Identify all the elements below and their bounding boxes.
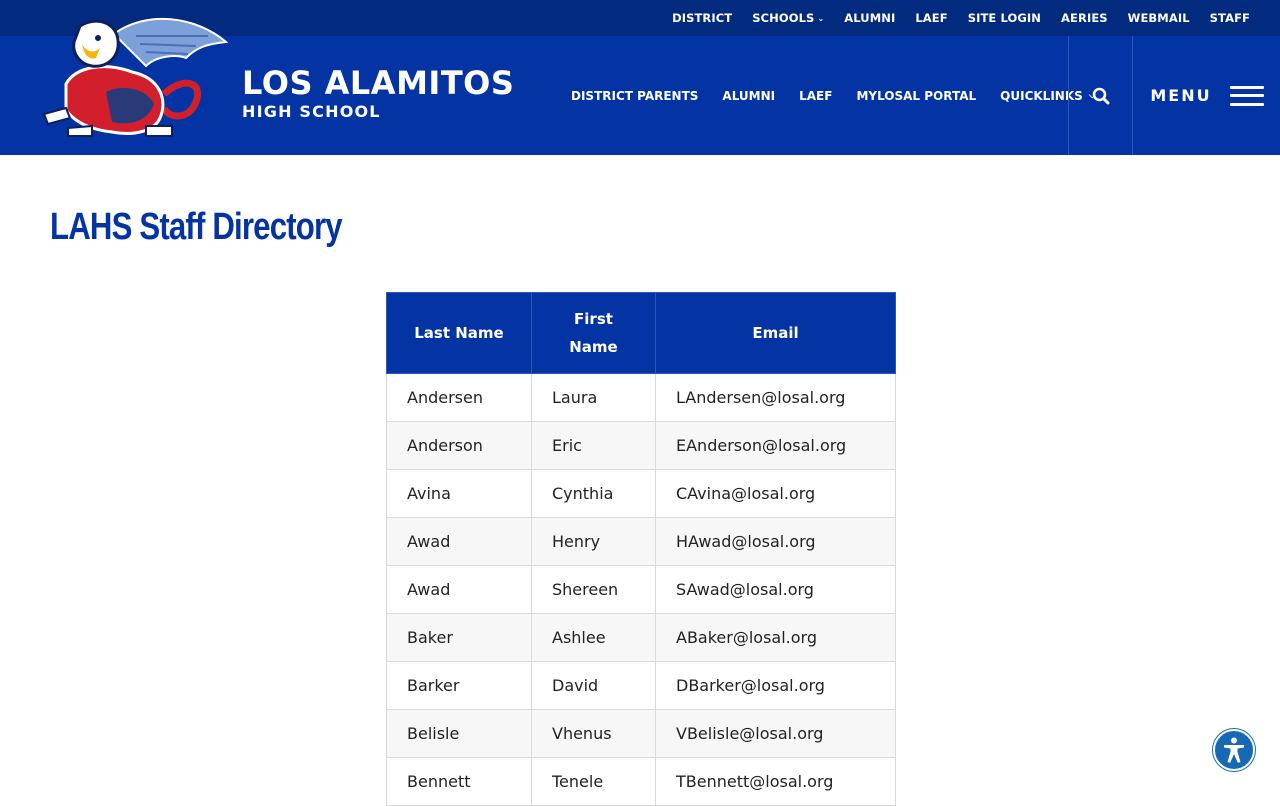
utility-link-staff[interactable]: STAFF — [1200, 11, 1260, 25]
nav-link-laef[interactable]: LAEF — [787, 89, 844, 103]
cell-email: TBennett@losal.org — [655, 757, 896, 806]
cell-first-name: Cynthia — [531, 469, 656, 518]
nav-link-district-parents[interactable]: DISTRICT PARENTS — [559, 89, 710, 103]
cell-last-name: Bennett — [386, 757, 532, 806]
nav-link-alumni[interactable]: ALUMNI — [710, 89, 787, 103]
utility-link-district[interactable]: DISTRICT — [662, 11, 742, 25]
menu-label: MENU — [1150, 86, 1212, 105]
cell-first-name: David — [531, 661, 656, 710]
utility-link-schools[interactable]: SCHOOLS ⌄ — [742, 11, 834, 25]
cell-first-name: Laura — [531, 373, 656, 422]
cell-email: HAwad@losal.org — [655, 517, 896, 566]
table-row: Awad Shereen SAwad@losal.org — [386, 565, 896, 614]
main-nav: DISTRICT PARENTS ALUMNI LAEF MYLOSAL POR… — [559, 36, 1108, 155]
cell-first-name: Vhenus — [531, 709, 656, 758]
cell-last-name: Andersen — [386, 373, 532, 422]
nav-link-mylosal-portal[interactable]: MYLOSAL PORTAL — [844, 89, 988, 103]
accessibility-icon — [1224, 737, 1244, 763]
cell-email: LAndersen@losal.org — [655, 373, 896, 422]
cell-last-name: Belisle — [386, 709, 532, 758]
table-row: Awad Henry HAwad@losal.org — [386, 517, 896, 566]
table-row: Barker David DBarker@losal.org — [386, 661, 896, 710]
cell-first-name: Tenele — [531, 757, 656, 806]
cell-last-name: Baker — [386, 613, 532, 662]
main-header: LOS ALAMITOS HIGH SCHOOL DISTRICT PARENT… — [0, 17, 1280, 155]
utility-link-site-login[interactable]: SITE LOGIN — [958, 11, 1051, 25]
table-row: Belisle Vhenus VBelisle@losal.org — [386, 709, 896, 758]
utility-link-aeries[interactable]: AERIES — [1051, 11, 1118, 25]
table-row: Bennett Tenele TBennett@losal.org — [386, 757, 896, 806]
school-subtitle: HIGH SCHOOL — [242, 102, 381, 121]
school-name[interactable]: LOS ALAMITOS — [242, 64, 514, 102]
table-row: Avina Cynthia CAvina@losal.org — [386, 469, 896, 518]
cell-email: VBelisle@losal.org — [655, 709, 896, 758]
menu-button[interactable]: MENU — [1134, 36, 1280, 155]
cell-last-name: Awad — [386, 517, 532, 566]
page-title: LAHS Staff Directory — [50, 206, 343, 248]
cell-email: EAnderson@losal.org — [655, 421, 896, 470]
column-header-email: Email — [655, 292, 896, 374]
search-icon — [1092, 87, 1109, 104]
utility-link-webmail[interactable]: WEBMAIL — [1118, 11, 1200, 25]
cell-last-name: Anderson — [386, 421, 532, 470]
cell-last-name: Barker — [386, 661, 532, 710]
search-button[interactable] — [1068, 36, 1133, 155]
cell-last-name: Avina — [386, 469, 532, 518]
table-row: Baker Ashlee ABaker@losal.org — [386, 613, 896, 662]
cell-email: DBarker@losal.org — [655, 661, 896, 710]
accessibility-button[interactable] — [1213, 729, 1255, 771]
cell-email: CAvina@losal.org — [655, 469, 896, 518]
utility-link-laef[interactable]: LAEF — [905, 11, 957, 25]
utility-nav: DISTRICT SCHOOLS ⌄ ALUMNI LAEF SITE LOGIN… — [662, 0, 1260, 36]
cell-first-name: Henry — [531, 517, 656, 566]
cell-email: SAwad@losal.org — [655, 565, 896, 614]
hamburger-icon — [1229, 85, 1264, 106]
table-header-row: Last Name First Name Email — [386, 292, 896, 374]
cell-first-name: Shereen — [531, 565, 656, 614]
utility-link-alumni[interactable]: ALUMNI — [834, 11, 905, 25]
column-header-first-name: First Name — [531, 292, 656, 374]
cell-first-name: Ashlee — [531, 613, 656, 662]
cell-last-name: Awad — [386, 565, 532, 614]
staff-directory-table: Last Name First Name Email Andersen Laur… — [386, 292, 896, 806]
table-row: Andersen Laura LAndersen@losal.org — [386, 373, 896, 422]
cell-email: ABaker@losal.org — [655, 613, 896, 662]
chevron-down-icon: ⌄ — [817, 13, 825, 23]
cell-first-name: Eric — [531, 421, 656, 470]
table-row: Anderson Eric EAnderson@losal.org — [386, 421, 896, 470]
column-header-last-name: Last Name — [386, 292, 532, 374]
griffin-mascot-logo[interactable] — [36, 14, 229, 142]
